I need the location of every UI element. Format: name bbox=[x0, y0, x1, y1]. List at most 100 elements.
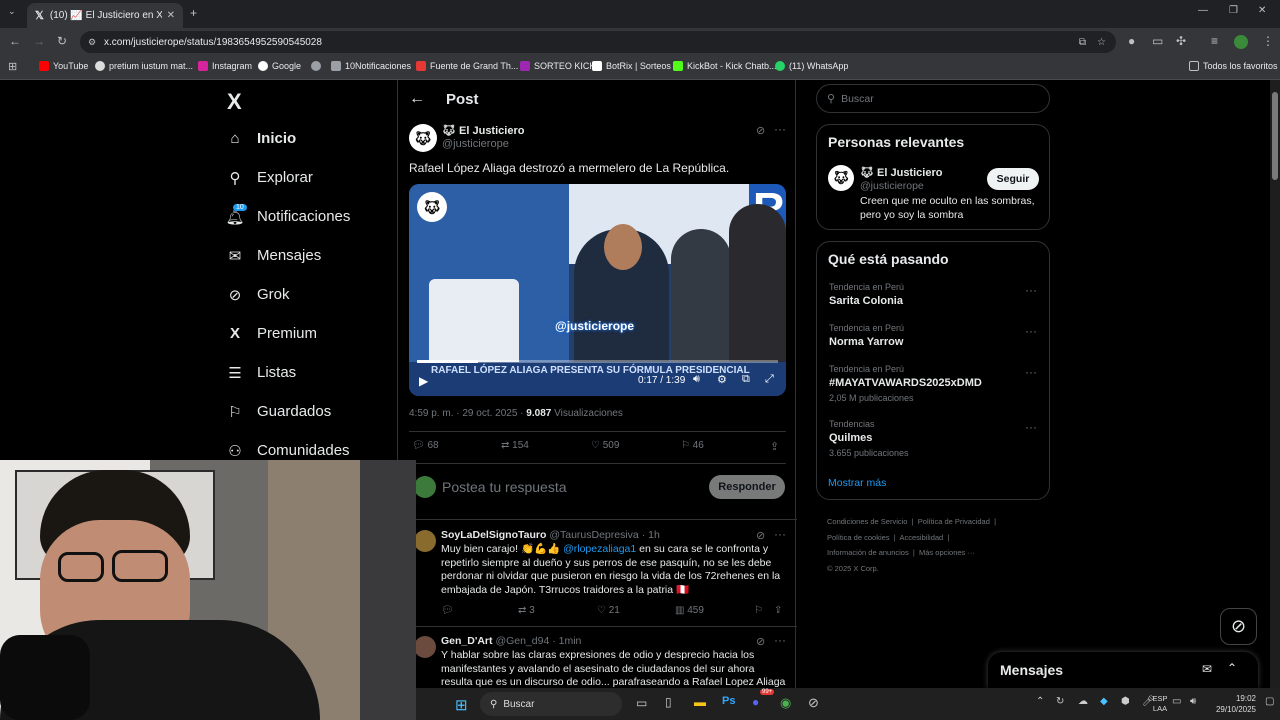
footer-accessibility[interactable]: Accesibilidad bbox=[899, 533, 943, 542]
reply-reply-action[interactable]: 💬︎ bbox=[441, 605, 454, 616]
trend-item[interactable]: Tendencias Quilmes 3.655 publicaciones bbox=[829, 419, 909, 458]
reply-views[interactable]: ▥ 459 bbox=[675, 605, 704, 616]
new-tab-icon[interactable]: + bbox=[190, 6, 197, 20]
reply-author[interactable]: SoyLaDelSignoTauro bbox=[441, 529, 546, 541]
reply-button[interactable]: Responder bbox=[709, 475, 785, 499]
fullscreen-icon[interactable]: ⤢ bbox=[765, 373, 774, 386]
nav-communities[interactable]: ⚇ Comunidades bbox=[227, 442, 349, 460]
volume-tray-icon[interactable]: 🔊︎ bbox=[1190, 696, 1196, 707]
tray-icon-2[interactable]: ◆ bbox=[1100, 696, 1108, 707]
grok-post-icon[interactable]: ⊘ bbox=[756, 124, 765, 137]
volume-icon[interactable]: 🔊︎ bbox=[693, 373, 700, 386]
author-name[interactable]: 🐺︎ El Justiciero bbox=[442, 124, 524, 137]
back-arrow-icon[interactable]: ← bbox=[409, 90, 425, 108]
trend-more-icon[interactable]: ··· bbox=[1025, 283, 1037, 297]
app-icon-2[interactable]: ⊘ bbox=[808, 695, 819, 711]
footer-ads-info[interactable]: Información de anuncios bbox=[827, 548, 909, 557]
scrollbar-thumb[interactable] bbox=[1272, 92, 1278, 180]
relevant-handle[interactable]: @justicierope bbox=[860, 180, 924, 192]
settings-gear-icon[interactable]: ⚙ bbox=[717, 373, 727, 386]
nav-notifications[interactable]: 🔔︎ 10 Notificaciones bbox=[225, 203, 350, 226]
taskbar-search[interactable]: ⚲ Buscar bbox=[480, 692, 622, 716]
repost-action[interactable]: ⇄ 154 bbox=[501, 440, 529, 451]
reply-avatar[interactable] bbox=[414, 530, 436, 552]
reply-bookmark-icon[interactable]: ⚐ bbox=[754, 605, 763, 616]
x-logo[interactable]: X bbox=[227, 89, 242, 115]
show-more-link[interactable]: Mostrar más bbox=[828, 477, 886, 489]
reply-repost-action[interactable]: ⇄ 3 bbox=[518, 605, 535, 616]
footer-privacy[interactable]: Política de Privacidad bbox=[918, 517, 990, 526]
bookmark-botrix[interactable]: BotRix | Sorteos bbox=[592, 61, 671, 71]
nav-premium[interactable]: X Premium bbox=[227, 325, 317, 342]
clock[interactable]: 19:02 29/10/2025 bbox=[1206, 693, 1256, 715]
video-progress-track[interactable] bbox=[417, 360, 778, 363]
grok-reply-icon[interactable]: ⊘ bbox=[756, 529, 765, 542]
share-icon[interactable]: ⇪ bbox=[770, 440, 779, 453]
relevant-name[interactable]: 🐺︎ El Justiciero bbox=[860, 166, 942, 179]
file-explorer-icon[interactable]: ▬ bbox=[694, 695, 706, 709]
site-info-icon[interactable]: ⚙ bbox=[88, 37, 96, 48]
more-options-icon[interactable]: ··· bbox=[774, 122, 786, 136]
reply-avatar[interactable] bbox=[414, 636, 436, 658]
url-field[interactable]: ⚙ x.com/justicierope/status/198365495259… bbox=[80, 31, 1116, 53]
reply-action[interactable]: 💬︎ 68 bbox=[412, 440, 439, 451]
footer-terms[interactable]: Condiciones de Servicio bbox=[827, 517, 907, 526]
reload-icon[interactable]: ↻ bbox=[57, 34, 67, 48]
chrome-taskbar-icon[interactable]: ◉ bbox=[780, 695, 791, 711]
trend-item[interactable]: Tendencia en Perú Norma Yarrow bbox=[829, 323, 904, 348]
follow-button[interactable]: Seguir bbox=[987, 168, 1039, 190]
tray-icon-3[interactable]: ⬢ bbox=[1121, 696, 1130, 707]
reply-more-icon[interactable]: ··· bbox=[774, 527, 786, 541]
nav-lists[interactable]: ☰ Listas bbox=[227, 364, 296, 382]
notifications-tray-icon[interactable]: ▢ bbox=[1265, 696, 1274, 707]
trend-more-icon[interactable]: ··· bbox=[1025, 324, 1037, 338]
language-indicator[interactable]: ESP LAA bbox=[1145, 694, 1175, 714]
page-scrollbar[interactable] bbox=[1270, 80, 1280, 688]
chrome-menu-icon[interactable]: ⋮ bbox=[1262, 34, 1274, 48]
app-icon-1[interactable]: ▯ bbox=[665, 695, 672, 709]
onedrive-icon[interactable]: ☁ bbox=[1078, 696, 1088, 707]
video-player[interactable]: R 🐺︎ @justicierope RAFAEL LÓPEZ ALIAGA P… bbox=[409, 184, 786, 396]
extension-2-icon[interactable]: ▭ bbox=[1152, 34, 1163, 48]
install-icon[interactable]: ⧉ bbox=[1079, 37, 1086, 48]
mention-link[interactable]: @rlopezaliaga1 bbox=[563, 543, 636, 555]
extension-icon[interactable]: ● bbox=[1128, 34, 1135, 48]
nav-grok[interactable]: ⊘ Grok bbox=[227, 286, 290, 304]
bookmark-whatsapp[interactable]: (11) WhatsApp bbox=[775, 61, 848, 71]
nav-explore[interactable]: ⚲ Explorar bbox=[227, 169, 313, 187]
bookmark-kickbot[interactable]: KickBot - Kick Chatb... bbox=[673, 61, 777, 71]
reply-author[interactable]: Gen_D'Art bbox=[441, 635, 493, 647]
bookmark-google[interactable]: Google bbox=[258, 61, 301, 71]
author-handle[interactable]: @justicierope bbox=[442, 138, 509, 150]
photoshop-icon[interactable]: Ps bbox=[722, 695, 735, 707]
trend-more-icon[interactable]: ··· bbox=[1025, 365, 1037, 379]
task-view-icon[interactable]: ▭ bbox=[636, 696, 647, 710]
reply-share-icon[interactable]: ⇪ bbox=[774, 605, 782, 616]
grok-floating-button[interactable]: ⊘ bbox=[1220, 608, 1257, 645]
window-close-icon[interactable]: ✕ bbox=[1258, 5, 1266, 16]
reply-like-action[interactable]: ♡ 21 bbox=[597, 605, 620, 616]
forward-icon[interactable]: → bbox=[33, 34, 45, 48]
expand-icon[interactable]: ⌃ bbox=[1227, 661, 1237, 675]
discord-icon[interactable]: ● 99+ bbox=[752, 689, 775, 709]
reading-list-icon[interactable]: ≡ bbox=[1211, 34, 1218, 48]
nav-messages[interactable]: ✉ Mensajes bbox=[227, 247, 322, 265]
trend-more-icon[interactable]: ··· bbox=[1025, 420, 1037, 434]
browser-tab[interactable]: 𝕏 (10) 📈 El Justiciero en X: "Rafa ✕ bbox=[27, 3, 183, 28]
pip-icon[interactable]: ⧉ bbox=[742, 373, 750, 386]
reply-handle[interactable]: @Gen_d94 · 1min bbox=[495, 635, 581, 647]
footer-cookies[interactable]: Política de cookies bbox=[827, 533, 890, 542]
bookmark-action[interactable]: ⚐ 46 bbox=[681, 440, 704, 451]
nav-home[interactable]: ⌂ Inicio bbox=[227, 130, 296, 147]
author-avatar[interactable]: 🐺︎ bbox=[409, 124, 437, 152]
reply-input[interactable]: Postea tu respuesta bbox=[442, 479, 567, 495]
restore-icon[interactable]: ❐ bbox=[1229, 5, 1238, 16]
bookmark-youtube[interactable]: YouTube bbox=[39, 61, 88, 71]
bookmark-star-icon[interactable]: ☆ bbox=[1097, 37, 1106, 48]
apps-grid-icon[interactable]: ⊞ bbox=[8, 60, 17, 73]
messages-drawer[interactable]: Mensajes ✉ ⌃ bbox=[988, 652, 1258, 688]
bookmark-instagram[interactable]: Instagram bbox=[198, 61, 252, 71]
network-icon[interactable]: ▭ bbox=[1172, 696, 1181, 707]
back-icon[interactable]: ← bbox=[9, 34, 21, 48]
profile-avatar[interactable] bbox=[1234, 35, 1248, 49]
